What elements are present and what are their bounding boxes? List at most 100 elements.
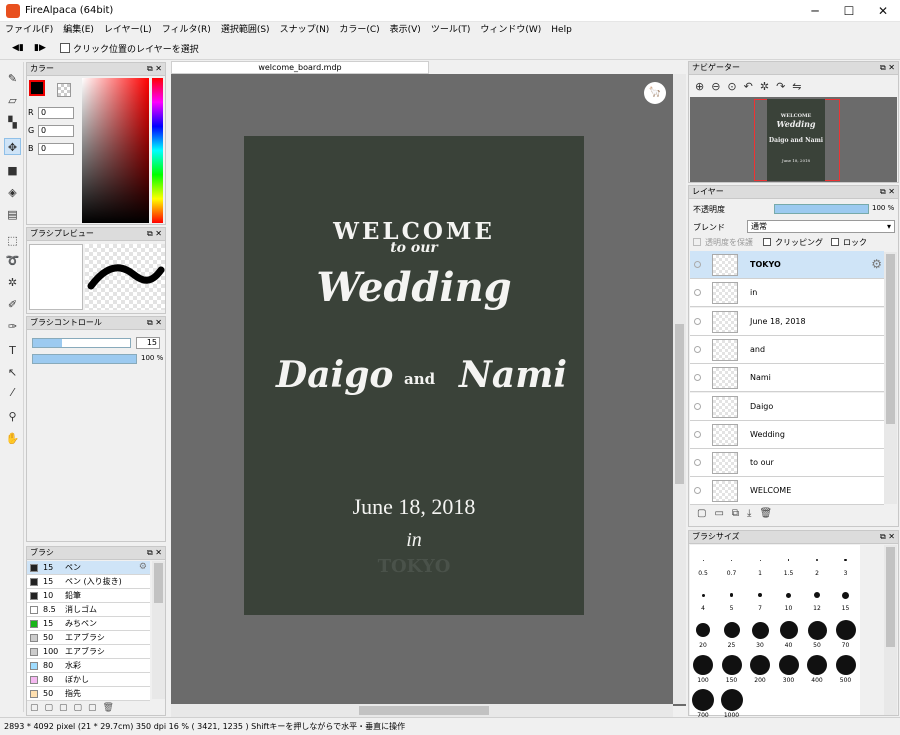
brush-size-dot[interactable] [696, 623, 710, 637]
menu-snap[interactable]: スナップ(N) [275, 22, 335, 38]
primary-color-swatch[interactable] [29, 80, 45, 96]
brush-size-dot[interactable] [702, 559, 704, 561]
brush-item[interactable]: 8.5 消しゴム [27, 603, 150, 617]
brush-size-dot[interactable] [842, 591, 849, 599]
brush-item[interactable]: 100 エアブラシ [27, 645, 150, 659]
brush-size-dot[interactable] [693, 655, 713, 675]
menu-selection[interactable]: 選択範囲(S) [216, 22, 275, 38]
layer-row[interactable]: TOKYO ⚙ [690, 251, 884, 279]
saturation-value-picker[interactable] [82, 78, 149, 223]
layer-row[interactable]: Wedding [690, 420, 884, 449]
divide-tool-icon[interactable]: ⁄ [4, 384, 21, 401]
next-icon[interactable]: ▮▶ [34, 43, 46, 53]
brush-size-slider[interactable] [32, 338, 131, 348]
r-input[interactable]: 0 [38, 107, 74, 119]
welcome-board[interactable]: WELCOME to our Wedding Daigo and Nami Ju… [244, 136, 584, 615]
document-tab[interactable]: welcome_board.mdp [171, 61, 429, 74]
brush-size-dot[interactable] [835, 655, 856, 675]
layer-visibility-icon[interactable] [694, 317, 701, 325]
eraser-tool-icon[interactable]: ▱ [4, 92, 21, 109]
eyedropper-tool-icon[interactable]: ⚲ [4, 408, 21, 425]
brush-size-dot[interactable] [786, 592, 791, 598]
menu-filter[interactable]: フィルタ(R) [157, 22, 216, 38]
layer-visibility-icon[interactable] [694, 345, 701, 353]
brush-size-dot[interactable] [835, 620, 856, 640]
minimize-icon[interactable]: ─ [798, 0, 832, 22]
brush-size-dot[interactable] [731, 559, 732, 561]
brush-item[interactable]: 50 エアブラシ [27, 631, 150, 645]
select-rect-tool-icon[interactable]: ⬚ [4, 232, 21, 249]
pen-tool-icon[interactable]: ✎ [4, 70, 21, 87]
layer-visibility-icon[interactable] [694, 261, 701, 268]
prev-icon[interactable]: ◀▮ [12, 43, 24, 53]
menu-help[interactable]: Help [546, 22, 577, 38]
brush-size-dot[interactable] [723, 622, 740, 638]
layer-visibility-icon[interactable] [694, 459, 701, 467]
menu-edit[interactable]: 編集(E) [58, 22, 99, 38]
brush-size-dot[interactable] [692, 689, 714, 711]
blend-select[interactable]: 通常 ▾ [747, 220, 895, 233]
layer-row[interactable]: Nami [690, 364, 884, 393]
brush-panel-buttons[interactable]: ▢▢▢▢▢🗑 [30, 703, 150, 713]
transparent-color-swatch[interactable] [57, 83, 71, 97]
maximize-icon[interactable]: ☐ [832, 0, 866, 22]
layer-visibility-icon[interactable] [694, 487, 701, 495]
lasso-tool-icon[interactable]: ➰ [4, 252, 21, 269]
brush-size-dot[interactable] [750, 655, 770, 675]
menu-layer[interactable]: レイヤー(L) [99, 22, 157, 38]
brush-size-dot[interactable] [814, 592, 820, 598]
canvas-vertical-scrollbar[interactable] [673, 74, 686, 704]
layer-row[interactable]: Daigo [690, 392, 884, 421]
hue-slider[interactable] [152, 78, 163, 223]
panel-float-close-icon[interactable]: ⧉ ✕ [147, 547, 162, 559]
layer-buttons[interactable]: ▢▭⧉⤓🗑 [697, 508, 780, 519]
dot-tool-icon[interactable]: ▚ [4, 114, 21, 131]
brush-opacity-slider[interactable] [32, 354, 137, 364]
g-input[interactable]: 0 [38, 125, 74, 137]
brush-item[interactable]: 15 みちペン [27, 617, 150, 631]
lock-checkbox[interactable] [831, 238, 839, 246]
panel-float-close-icon[interactable]: ⧉ ✕ [147, 63, 162, 75]
brush-settings-icon[interactable]: ⚙ [139, 561, 147, 574]
fill-rect-tool-icon[interactable]: ■ [4, 162, 21, 179]
layer-visibility-icon[interactable] [694, 430, 701, 438]
brush-size-dot[interactable] [816, 559, 818, 561]
layer-visibility-icon[interactable] [694, 374, 701, 382]
layer-row[interactable]: to our [690, 449, 884, 478]
panel-float-close-icon[interactable]: ⧉ ✕ [147, 228, 162, 240]
brush-size-dot[interactable] [807, 620, 827, 640]
brush-item[interactable]: 10 鉛筆 [27, 589, 150, 603]
panel-float-close-icon[interactable]: ⧉ ✕ [880, 186, 895, 198]
select-eraser-tool-icon[interactable]: ✑ [4, 318, 21, 335]
brush-size-dot[interactable] [759, 559, 761, 561]
brush-item[interactable]: 15 ペン (入り抜き) [27, 575, 150, 589]
close-icon[interactable]: ✕ [866, 0, 900, 22]
layer-visibility-icon[interactable] [694, 402, 701, 410]
panel-float-close-icon[interactable]: ⧉ ✕ [880, 531, 895, 543]
brush-size-dot[interactable] [779, 621, 798, 639]
bucket-tool-icon[interactable]: ◈ [4, 184, 21, 201]
navigator-buttons[interactable]: ⊕⊖⊙↶✲↷⇋ [695, 80, 809, 93]
brush-size-dot[interactable] [720, 689, 743, 711]
layer-row[interactable]: in [690, 279, 884, 308]
gradient-tool-icon[interactable]: ▤ [4, 206, 21, 223]
menu-file[interactable]: ファイル(F) [0, 22, 58, 38]
menu-color[interactable]: カラー(C) [334, 22, 384, 38]
clipping-checkbox[interactable] [763, 238, 771, 246]
brush-size-input[interactable]: 15 [136, 337, 160, 349]
text-tool-icon[interactable]: T [4, 342, 21, 359]
canvas-horizontal-scrollbar[interactable] [171, 704, 673, 717]
brush-item[interactable]: 80 水彩 [27, 659, 150, 673]
brush-list-scrollbar[interactable] [152, 561, 165, 699]
protect-alpha-checkbox[interactable] [693, 238, 701, 246]
brush-item[interactable]: 15 ペン ⚙ [27, 561, 150, 575]
brush-size-dot[interactable] [729, 593, 734, 597]
menu-tool[interactable]: ツール(T) [426, 22, 476, 38]
menu-view[interactable]: 表示(V) [385, 22, 426, 38]
menu-window[interactable]: ウィンドウ(W) [475, 22, 546, 38]
brush-size-dot[interactable] [758, 593, 762, 597]
move-tool-icon[interactable]: ✥ [4, 138, 21, 155]
b-input[interactable]: 0 [38, 143, 74, 155]
brush-size-dot[interactable] [778, 655, 799, 675]
layer-opacity-slider[interactable] [774, 204, 869, 214]
